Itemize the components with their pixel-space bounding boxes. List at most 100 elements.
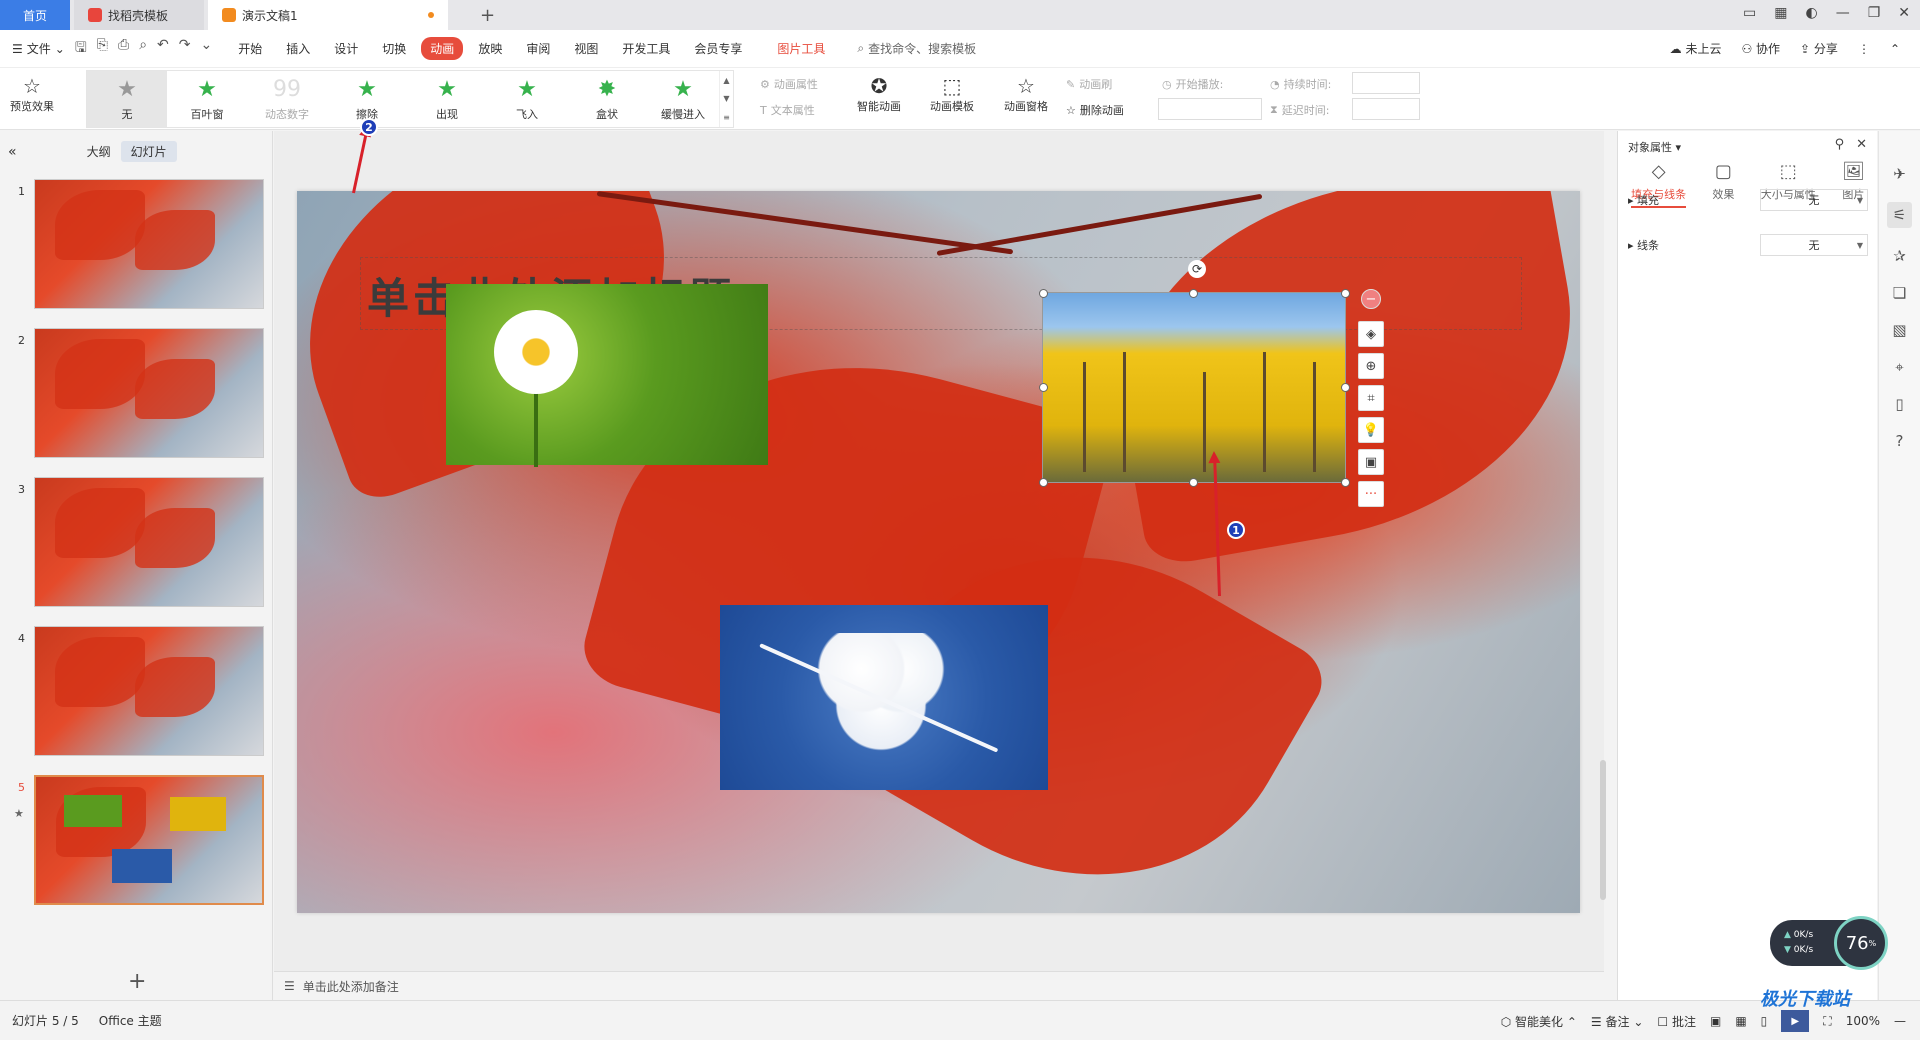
normal-view-icon[interactable]: ▣ — [1710, 1014, 1721, 1028]
anim-pane-button[interactable]: ☆ 动画窗格 — [1004, 74, 1048, 114]
collapse-panel-icon[interactable]: « — [8, 144, 17, 160]
customize-icon[interactable]: ⌄ — [201, 37, 213, 61]
collapse-ribbon-icon[interactable]: ⌃ — [1890, 42, 1900, 56]
rocket-icon[interactable]: ✈ — [1893, 165, 1906, 183]
resize-handle[interactable] — [1039, 478, 1048, 487]
fit-icon[interactable]: ⛶ — [1823, 1014, 1831, 1029]
comments-button[interactable]: ☐ 批注 — [1657, 1013, 1696, 1030]
minimize-button[interactable]: — — [1836, 5, 1850, 21]
tab-presentation[interactable]: 演示文稿1 — [208, 0, 448, 30]
slide-thumbnail-3[interactable] — [34, 477, 264, 607]
gallery-scroll[interactable]: ▲ ▼ ≡ — [719, 71, 733, 127]
rotate-handle-icon[interactable]: ⟳ — [1188, 260, 1206, 278]
heart-cloud-picture[interactable] — [720, 605, 1048, 790]
menu-developer[interactable]: 开发工具 — [613, 37, 679, 60]
gallery-item-dynamic-number[interactable]: 99 动态数字 — [247, 71, 327, 127]
save-icon[interactable]: 🖫 — [75, 37, 87, 61]
apps-grid-icon[interactable]: ▦ — [1774, 5, 1787, 21]
pin-star-icon[interactable]: ✰ — [1893, 247, 1906, 265]
print-preview-icon[interactable]: ⌕ — [139, 37, 147, 61]
menu-start[interactable]: 开始 — [229, 37, 271, 60]
menu-transition[interactable]: 切换 — [373, 37, 415, 60]
pin-icon[interactable]: ⚲ — [1835, 137, 1845, 152]
help-icon[interactable]: ? — [1896, 432, 1904, 450]
zoom-level[interactable]: 100% — [1846, 1014, 1880, 1028]
tab-template[interactable]: 找稻壳模板 — [74, 0, 204, 30]
resize-handle[interactable] — [1189, 478, 1198, 487]
anim-template-button[interactable]: ⬚ 动画模板 — [930, 74, 974, 114]
chevron-up-icon[interactable]: ▲ — [723, 76, 729, 85]
properties-icon[interactable]: ⚟ — [1886, 202, 1913, 228]
resize-handle[interactable] — [1341, 383, 1350, 392]
new-tab-button[interactable]: + — [480, 5, 495, 26]
beautify-button[interactable]: ⬡ 智能美化 ⌃ — [1501, 1013, 1577, 1030]
minus-icon[interactable]: − — [1361, 289, 1381, 309]
resize-handle[interactable] — [1341, 478, 1350, 487]
delete-anim-button[interactable]: ☆ 删除动画 — [1066, 102, 1124, 118]
more-options-icon[interactable]: ··· — [1358, 481, 1384, 507]
undo-icon[interactable]: ↶ — [157, 37, 169, 61]
collab-button[interactable]: ⚇ 协作 — [1741, 40, 1780, 57]
layers-icon[interactable]: ◈ — [1358, 321, 1384, 347]
location-icon[interactable]: ⌖ — [1895, 358, 1903, 376]
panel-title[interactable]: 对象属性 ▾ — [1628, 139, 1681, 155]
slide-thumbnail-5[interactable] — [34, 775, 264, 905]
command-search[interactable]: ⌕ 查找命令、搜索模板 — [857, 40, 976, 57]
theme-name[interactable]: Office 主题 — [99, 1012, 162, 1029]
line-label[interactable]: ▸ 线条 — [1628, 237, 1760, 253]
duration-input[interactable] — [1352, 72, 1420, 94]
slide-thumbnail-1[interactable] — [34, 179, 264, 309]
anim-brush-button[interactable]: ✎ 动画刷 — [1066, 76, 1112, 92]
chevron-down-icon[interactable]: ▼ — [723, 94, 729, 103]
memory-gauge[interactable]: 76% — [1834, 916, 1888, 970]
bulb-icon[interactable]: 💡 — [1358, 417, 1384, 443]
gallery-item-ascend[interactable]: ★ 缓慢进入 — [647, 71, 719, 127]
resize-handle[interactable] — [1189, 289, 1198, 298]
resize-handle[interactable] — [1341, 289, 1350, 298]
preview-effect-button[interactable]: ☆ 预览效果 — [10, 74, 54, 114]
avatar[interactable]: ◐ — [1805, 5, 1817, 21]
scroll-thumb[interactable] — [1600, 760, 1606, 900]
layout-icon[interactable]: ▭ — [1743, 5, 1756, 21]
close-icon[interactable]: ✕ — [1856, 137, 1867, 152]
vertical-scrollbar[interactable] — [1598, 140, 1608, 960]
zoom-icon[interactable]: ⊕ — [1358, 353, 1384, 379]
tab-home[interactable]: 首页 — [0, 0, 70, 30]
sorter-view-icon[interactable]: ▦ — [1735, 1014, 1746, 1028]
menu-picture-tools[interactable]: 图片工具 — [768, 37, 834, 60]
text-attr-button[interactable]: T 文本属性 — [760, 102, 815, 118]
close-button[interactable]: ✕ — [1898, 5, 1910, 21]
gallery-item-box[interactable]: ✸ 盒状 — [567, 71, 647, 127]
book-icon[interactable]: ▯ — [1895, 395, 1903, 413]
menu-insert[interactable]: 插入 — [277, 37, 319, 60]
reading-view-icon[interactable]: ▯ — [1761, 1014, 1768, 1028]
menu-slideshow[interactable]: 放映 — [469, 37, 511, 60]
file-menu[interactable]: ☰ 文件 ⌄ — [12, 40, 65, 57]
slide-canvas[interactable]: 单击此处添加标题 ⟳ − ◈ ⊕ ⌗ 💡 ▣ ··· 1 — [297, 191, 1580, 913]
smart-anim-button[interactable]: ✪ 智能动画 — [857, 74, 901, 114]
zoom-out-icon[interactable]: — — [1894, 1014, 1906, 1028]
fill-label[interactable]: ▸ 填充 — [1628, 192, 1760, 208]
menu-animation[interactable]: 动画 — [421, 37, 464, 60]
menu-design[interactable]: 设计 — [325, 37, 367, 60]
delay-input[interactable] — [1352, 98, 1420, 120]
trees-picture[interactable] — [1042, 292, 1346, 483]
line-select[interactable]: 无 ▼ — [1760, 234, 1868, 256]
export-pdf-icon[interactable]: ⎘ — [97, 37, 108, 61]
gallery-item-fly-in[interactable]: ★ 飞入 — [487, 71, 567, 127]
more-icon[interactable]: ⋮ — [1858, 42, 1870, 56]
fill-select[interactable]: 无 ▼ — [1760, 189, 1868, 211]
tab-slides[interactable]: 幻灯片 — [120, 141, 177, 162]
slide-thumbnail-2[interactable] — [34, 328, 264, 458]
gallery-item-blinds[interactable]: ★ 百叶窗 — [167, 71, 247, 127]
redo-icon[interactable]: ↷ — [179, 37, 191, 61]
gallery-item-none[interactable]: ★ 无 — [87, 71, 167, 127]
print-icon[interactable]: ⎙ — [118, 37, 129, 61]
tab-outline[interactable]: 大纲 — [77, 141, 121, 162]
daisy-picture[interactable] — [446, 284, 768, 467]
menu-member[interactable]: 会员专享 — [685, 37, 751, 60]
crop-icon[interactable]: ⌗ — [1358, 385, 1384, 411]
copy-icon[interactable]: ❏ — [1893, 284, 1906, 302]
resize-handle[interactable] — [1039, 383, 1048, 392]
resize-handle[interactable] — [1039, 289, 1048, 298]
